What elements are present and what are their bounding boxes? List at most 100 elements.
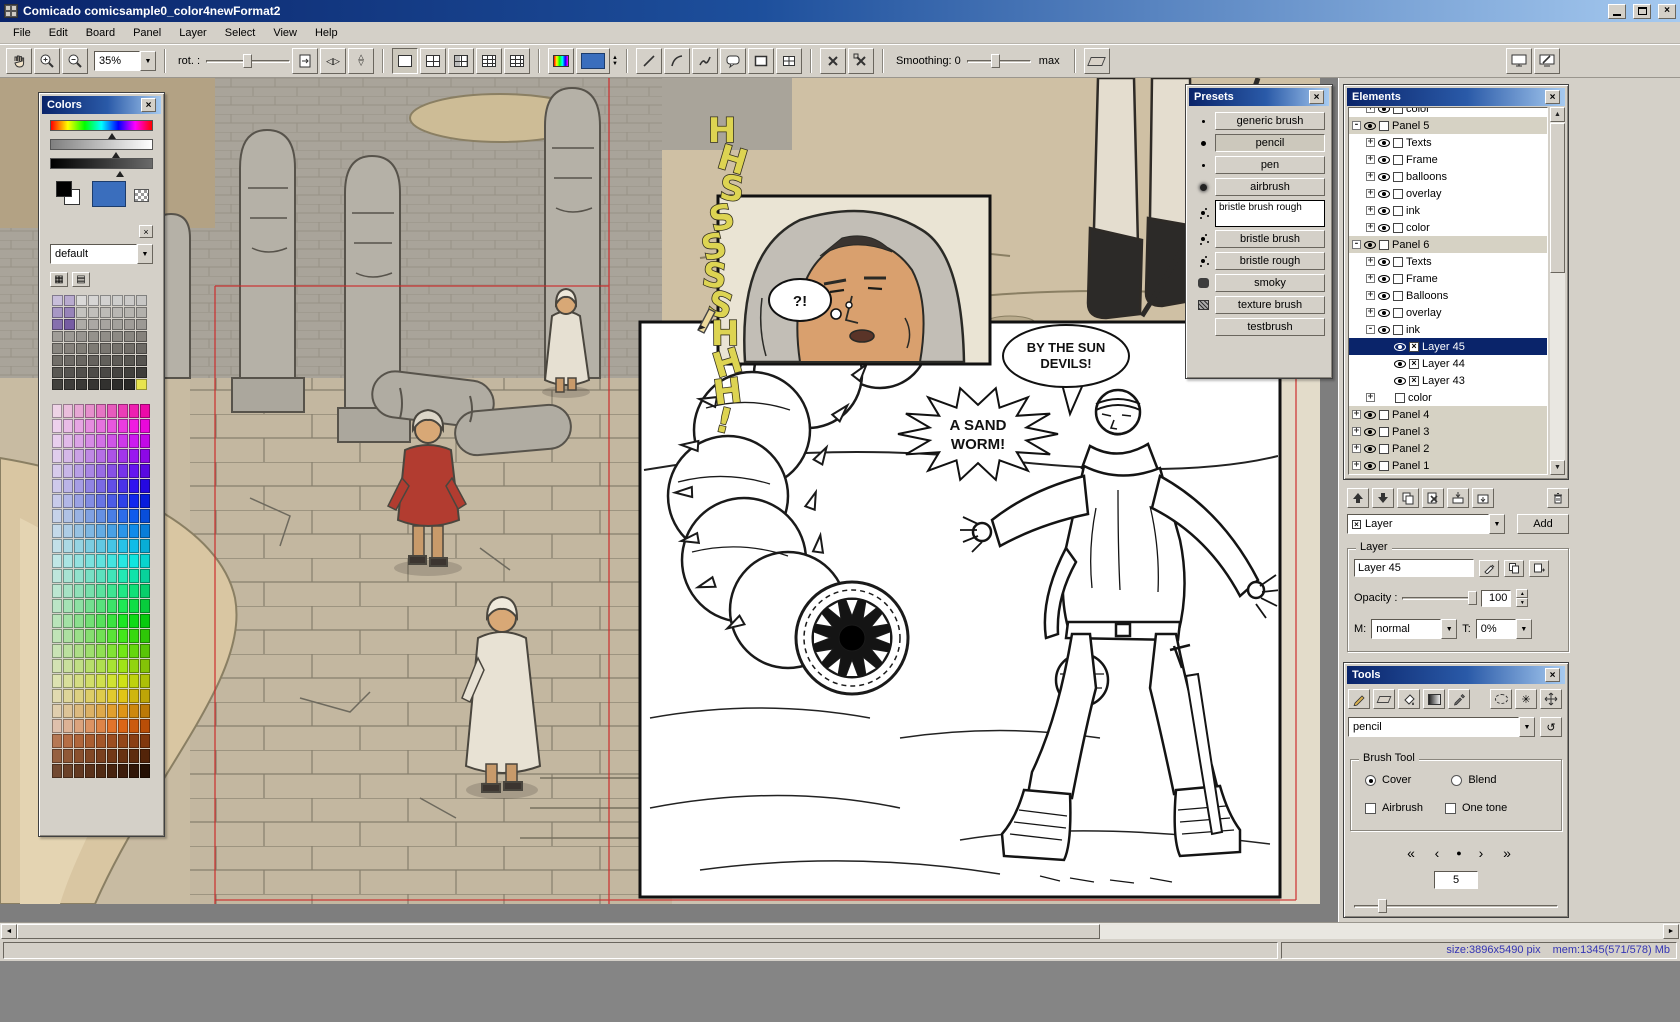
color-swatch[interactable] [85, 644, 95, 658]
menu-panel[interactable]: Panel [124, 24, 170, 42]
color-swatch[interactable] [129, 659, 139, 673]
visibility-eye-icon[interactable] [1378, 292, 1390, 300]
dropdown-arrow-icon[interactable]: ▼ [1516, 619, 1532, 639]
color-swatch[interactable] [118, 419, 128, 433]
gray-swatch[interactable] [124, 355, 135, 366]
transform-move-button[interactable] [848, 48, 874, 74]
gray-swatch[interactable] [100, 307, 111, 318]
expand-icon[interactable]: + [1366, 393, 1375, 402]
color-swatch[interactable] [52, 584, 62, 598]
color-swatch[interactable] [74, 674, 84, 688]
canvas-artwork[interactable]: ?! BY THE SUN DEVILS! A SAND WORM! [0, 78, 1338, 922]
color-swatch[interactable] [129, 629, 139, 643]
rename-layer-button[interactable] [1479, 560, 1499, 577]
color-swatch[interactable] [118, 449, 128, 463]
color-swatch[interactable] [107, 659, 117, 673]
color-swatch[interactable] [96, 569, 106, 583]
gray-swatch[interactable] [88, 319, 99, 330]
color-swatch[interactable] [85, 479, 95, 493]
color-swatch[interactable] [85, 734, 95, 748]
reset-tool-button[interactable]: ↺ [1540, 717, 1562, 737]
cut-layer-button[interactable] [1422, 488, 1444, 508]
gray-swatch[interactable] [112, 307, 123, 318]
color-swatch[interactable] [52, 464, 62, 478]
color-swatch[interactable] [129, 674, 139, 688]
preset-pencil[interactable]: pencil [1215, 134, 1325, 152]
color-swatch[interactable] [74, 509, 84, 523]
color-swatch[interactable] [85, 629, 95, 643]
layer-checkbox[interactable] [1379, 121, 1389, 131]
close-icon[interactable]: × [141, 98, 156, 112]
brush-size-slider[interactable] [1354, 897, 1558, 915]
paste-name-button[interactable] [1529, 560, 1549, 577]
color-swatch[interactable] [140, 464, 150, 478]
color-swatch[interactable] [52, 764, 62, 778]
tree-row-texts[interactable]: +Texts [1349, 253, 1547, 270]
color-swatch[interactable] [140, 434, 150, 448]
menu-file[interactable]: File [4, 24, 40, 42]
frame-tool-button[interactable] [748, 48, 774, 74]
preset-texture-brush[interactable]: texture brush [1215, 296, 1325, 314]
title-bar[interactable]: Comicado comicsample0_color4newFormat2 × [0, 0, 1680, 22]
preset-bristle-rough[interactable]: bristle rough [1215, 252, 1325, 270]
color-swatch[interactable] [74, 614, 84, 628]
stroke-line-tool-button[interactable] [636, 48, 662, 74]
layer-checkbox[interactable] [1379, 410, 1389, 420]
color-swatch[interactable] [52, 569, 62, 583]
color-swatch[interactable] [63, 644, 73, 658]
preset-generic-brush[interactable]: generic brush [1215, 112, 1325, 130]
tools-panel-titlebar[interactable]: Tools × [1347, 666, 1565, 684]
visibility-eye-icon[interactable] [1378, 190, 1390, 198]
color-swatch[interactable] [118, 674, 128, 688]
flip-horizontal-button[interactable]: ◁▷ [320, 48, 346, 74]
color-swatch[interactable] [129, 524, 139, 538]
layer-checkbox[interactable] [1393, 291, 1403, 301]
color-swatch[interactable] [107, 479, 117, 493]
cover-radio[interactable] [1365, 775, 1376, 786]
color-swatch[interactable] [140, 479, 150, 493]
color-swatch[interactable] [52, 599, 62, 613]
expand-icon[interactable]: + [1352, 410, 1361, 419]
color-swatch[interactable] [118, 614, 128, 628]
gray-swatch[interactable] [136, 331, 147, 342]
current-color-display[interactable] [92, 181, 126, 207]
expand-icon[interactable]: + [1366, 206, 1375, 215]
scrollbar-thumb[interactable] [17, 924, 1100, 939]
color-swatch[interactable] [129, 599, 139, 613]
color-swatch[interactable] [74, 599, 84, 613]
close-icon[interactable]: × [1309, 90, 1324, 104]
gray-swatch[interactable] [52, 319, 63, 330]
color-swatch[interactable] [85, 689, 95, 703]
color-swatch[interactable] [96, 659, 106, 673]
brush-size-input[interactable] [1434, 871, 1478, 889]
color-swatch[interactable] [74, 689, 84, 703]
gray-swatch[interactable] [124, 343, 135, 354]
view-grid-split-button[interactable] [448, 48, 474, 74]
color-swatch[interactable] [52, 689, 62, 703]
color-swatch[interactable] [85, 509, 95, 523]
gray-swatch[interactable] [64, 295, 75, 306]
close-button[interactable]: × [1658, 4, 1676, 19]
color-swatch[interactable] [63, 719, 73, 733]
color-spin-arrows[interactable]: ▲▼ [612, 55, 618, 67]
mode-combo[interactable]: normal ▼ [1371, 619, 1457, 639]
color-swatch[interactable] [63, 404, 73, 418]
color-swatch[interactable] [85, 569, 95, 583]
tree-row-layer-45[interactable]: Layer 45 [1349, 338, 1547, 355]
layer-checkbox[interactable] [1393, 155, 1403, 165]
color-swatch[interactable] [129, 539, 139, 553]
gray-swatch[interactable] [100, 319, 111, 330]
color-swatch[interactable] [107, 584, 117, 598]
color-swatch[interactable] [96, 614, 106, 628]
layer-checkbox[interactable] [1395, 393, 1405, 403]
color-swatch[interactable] [85, 584, 95, 598]
gray-swatch[interactable] [88, 379, 99, 390]
size-prev-button[interactable]: ‹ [1430, 845, 1444, 861]
wand-tool-button[interactable]: ✳ [1515, 689, 1537, 709]
color-swatch[interactable] [140, 674, 150, 688]
gray-swatch[interactable] [76, 295, 87, 306]
layer-checkbox[interactable] [1393, 257, 1403, 267]
color-swatch[interactable] [140, 704, 150, 718]
dropdown-arrow-icon[interactable]: ▼ [1489, 514, 1505, 534]
gray-swatch[interactable] [52, 355, 63, 366]
